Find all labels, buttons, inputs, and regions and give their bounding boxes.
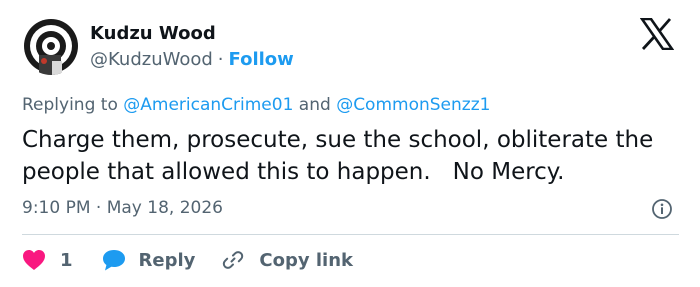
separator-dot: · bbox=[217, 49, 224, 70]
copy-link-button[interactable]: Copy link bbox=[221, 248, 353, 272]
target-avatar-icon[interactable] bbox=[22, 17, 80, 75]
like-button[interactable]: 1 bbox=[22, 249, 101, 271]
author-handle-row: @KudzuWood · Follow bbox=[90, 48, 294, 72]
link-icon bbox=[223, 251, 244, 269]
reply-prefix: Replying to bbox=[22, 95, 118, 115]
author-name[interactable]: Kudzu Wood bbox=[90, 22, 216, 46]
like-count: 1 bbox=[60, 249, 73, 271]
tweet-card: Kudzu Wood @KudzuWood · Follow Replying to… bbox=[0, 0, 700, 287]
tweet-time: 9:10 PM bbox=[22, 198, 91, 218]
action-bar: 1 Reply Copy link bbox=[22, 247, 353, 273]
tweet-date: May 18, 2026 bbox=[106, 198, 223, 218]
author-handle[interactable]: @KudzuWood bbox=[90, 49, 213, 70]
divider bbox=[22, 234, 679, 235]
reply-conjunction: and bbox=[298, 95, 331, 115]
heart-icon bbox=[23, 250, 45, 270]
reply-bubble-icon bbox=[102, 250, 125, 271]
copy-link-label: Copy link bbox=[259, 249, 353, 271]
reply-label: Reply bbox=[138, 249, 196, 271]
reply-context: Replying to @AmericanCrime01 and @Common… bbox=[22, 94, 490, 116]
tweet-timestamp[interactable]: 9:10 PM · May 18, 2026 bbox=[22, 197, 223, 219]
follow-button[interactable]: Follow bbox=[229, 49, 294, 70]
mention-link-1[interactable]: @AmericanCrime01 bbox=[123, 95, 293, 115]
reply-button[interactable]: Reply bbox=[101, 248, 222, 272]
info-icon[interactable] bbox=[651, 198, 673, 220]
separator-dot: · bbox=[95, 198, 102, 218]
x-logo-icon[interactable] bbox=[639, 17, 675, 51]
tweet-text: Charge them, prosecute, sue the school, … bbox=[22, 127, 661, 185]
mention-link-2[interactable]: @CommonSenzz1 bbox=[336, 95, 490, 115]
